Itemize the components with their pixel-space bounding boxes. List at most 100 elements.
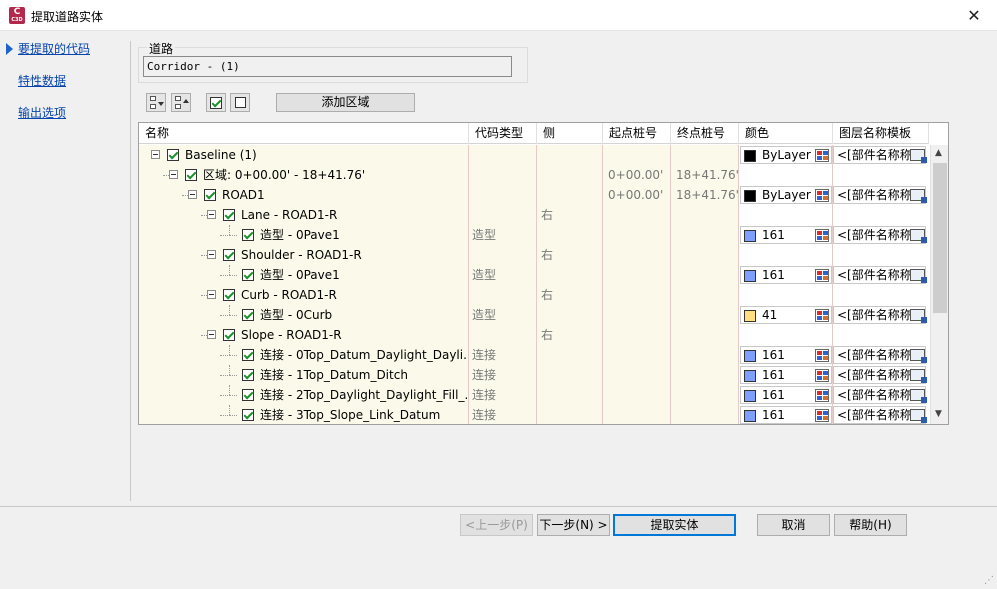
- row-checkbox[interactable]: [223, 289, 235, 301]
- color-palette-icon[interactable]: [815, 269, 829, 282]
- tree-row[interactable]: Curb - ROAD1-R 右: [139, 285, 929, 305]
- nav-item-property-data[interactable]: 特性数据: [18, 72, 66, 89]
- color-palette-icon[interactable]: [815, 189, 829, 202]
- template-editor-icon[interactable]: [910, 349, 927, 363]
- row-checkbox[interactable]: [223, 249, 235, 261]
- color-palette-icon[interactable]: [815, 349, 829, 362]
- row-checkbox[interactable]: [223, 329, 235, 341]
- row-side: [541, 145, 601, 165]
- collapse-toggle-icon[interactable]: [207, 210, 216, 219]
- color-palette-icon[interactable]: [815, 409, 829, 422]
- scroll-thumb[interactable]: [933, 163, 947, 313]
- color-palette-icon[interactable]: [815, 149, 829, 162]
- resize-grip-icon[interactable]: ⋰: [984, 575, 994, 586]
- row-code-type: [472, 165, 534, 185]
- cancel-button[interactable]: 取消: [757, 514, 830, 536]
- row-checkbox[interactable]: [223, 209, 235, 221]
- row-end-station: [676, 365, 738, 385]
- collapse-toggle-icon[interactable]: [207, 330, 216, 339]
- header-end-station[interactable]: 终点桩号: [671, 123, 739, 144]
- tree-row[interactable]: ROAD1 0+00.00' 18+41.76' ByLayer <[部件名称称...: [139, 185, 929, 205]
- row-checkbox[interactable]: [242, 309, 254, 321]
- row-name: ROAD1: [222, 188, 265, 202]
- collapse-toggle-icon[interactable]: [151, 150, 160, 159]
- nav-item-output-options[interactable]: 输出选项: [18, 104, 66, 121]
- template-editor-icon[interactable]: [910, 309, 927, 323]
- tree-row[interactable]: 连接 - 1Top_Datum_Ditch 连接 161 <[部件名称称...: [139, 365, 929, 385]
- header-name[interactable]: 名称: [139, 123, 469, 144]
- row-name: 连接 - 2Top_Daylight_Daylight_Fill_...: [260, 388, 467, 402]
- row-name: 连接 - 3Top_Slope_Link_Datum: [260, 408, 441, 422]
- tree-row[interactable]: 造型 - 0Pave1 造型 161 <[部件名称称...: [139, 265, 929, 285]
- tree-row[interactable]: 造型 - 0Curb 造型 41 <[部件名称称...: [139, 305, 929, 325]
- tree-row[interactable]: 连接 - 3Top_Slope_Link_Datum 连接 161 <[部件名称称..…: [139, 405, 929, 424]
- collapse-toggle-icon[interactable]: [207, 290, 216, 299]
- row-end-station: [676, 265, 738, 285]
- row-checkbox[interactable]: [204, 189, 216, 201]
- color-swatch: [744, 150, 756, 162]
- collapse-toggle-icon[interactable]: [188, 190, 197, 199]
- collapse-toggle-icon[interactable]: [169, 170, 178, 179]
- color-palette-icon[interactable]: [815, 229, 829, 242]
- tree-row[interactable]: Baseline (1) ByLayer <[部件名称称...: [139, 145, 929, 165]
- row-checkbox[interactable]: [185, 169, 197, 181]
- row-start-station: 0+00.00': [608, 188, 664, 202]
- scroll-down-icon[interactable]: ▼: [935, 409, 942, 419]
- collapse-all-button[interactable]: [171, 93, 191, 112]
- template-editor-icon[interactable]: [910, 149, 927, 163]
- row-side: [541, 385, 601, 405]
- tree-row[interactable]: Shoulder - ROAD1-R 右: [139, 245, 929, 265]
- template-editor-icon[interactable]: [910, 269, 927, 283]
- left-nav: 要提取的代码 特性数据 输出选项: [0, 31, 130, 501]
- add-region-button[interactable]: 添加区域: [276, 93, 415, 112]
- extract-button[interactable]: 提取实体: [613, 514, 736, 536]
- color-palette-icon[interactable]: [815, 309, 829, 322]
- row-side: [541, 345, 601, 365]
- template-editor-icon[interactable]: [910, 389, 927, 403]
- row-code-type: [472, 145, 534, 165]
- tree-row[interactable]: 造型 - 0Pave1 造型 161 <[部件名称称...: [139, 225, 929, 245]
- row-checkbox[interactable]: [167, 149, 179, 161]
- template-editor-icon[interactable]: [910, 369, 927, 383]
- header-layer-template[interactable]: 图层名称模板: [833, 123, 929, 144]
- tree-row[interactable]: Lane - ROAD1-R 右: [139, 205, 929, 225]
- row-code-type: 造型: [472, 308, 497, 322]
- row-end-station: [676, 225, 738, 245]
- row-side: [541, 365, 601, 385]
- template-editor-icon[interactable]: [910, 229, 927, 243]
- row-checkbox[interactable]: [242, 389, 254, 401]
- close-button[interactable]: ✕: [951, 0, 997, 31]
- header-code-type[interactable]: 代码类型: [469, 123, 537, 144]
- expand-all-button[interactable]: [146, 93, 166, 112]
- grid-vertical-scrollbar[interactable]: ▲ ▼: [930, 145, 948, 424]
- color-palette-icon[interactable]: [815, 389, 829, 402]
- row-code-type: 连接: [472, 388, 497, 402]
- row-end-station: 18+41.76': [676, 168, 738, 182]
- header-start-station[interactable]: 起点桩号: [603, 123, 671, 144]
- color-swatch: [744, 350, 756, 362]
- color-palette-icon[interactable]: [815, 369, 829, 382]
- clear-all-button[interactable]: [230, 93, 250, 112]
- header-color[interactable]: 颜色: [739, 123, 833, 144]
- row-checkbox[interactable]: [242, 229, 254, 241]
- tree-row[interactable]: 连接 - 0Top_Datum_Daylight_Dayli... 连接 161 <[…: [139, 345, 929, 365]
- prev-button[interactable]: <上一步(P): [460, 514, 533, 536]
- tree-row[interactable]: 区域: 0+00.00' - 18+41.76' 0+00.00' 18+41.76…: [139, 165, 929, 185]
- template-editor-icon[interactable]: [910, 409, 927, 423]
- nav-item-codes-to-extract[interactable]: 要提取的代码: [18, 40, 90, 57]
- row-code-type: [472, 185, 534, 205]
- help-button[interactable]: 帮助(H): [834, 514, 907, 536]
- next-button[interactable]: 下一步(N) >: [537, 514, 610, 536]
- select-all-button[interactable]: [206, 93, 226, 112]
- scroll-up-icon[interactable]: ▲: [935, 148, 942, 158]
- row-checkbox[interactable]: [242, 409, 254, 421]
- header-side[interactable]: 侧: [537, 123, 603, 144]
- row-checkbox[interactable]: [242, 349, 254, 361]
- row-checkbox[interactable]: [242, 369, 254, 381]
- collapse-toggle-icon[interactable]: [207, 250, 216, 259]
- row-checkbox[interactable]: [242, 269, 254, 281]
- tree-row[interactable]: Slope - ROAD1-R 右: [139, 325, 929, 345]
- template-editor-icon[interactable]: [910, 189, 927, 203]
- row-end-station: [676, 345, 738, 365]
- tree-row[interactable]: 连接 - 2Top_Daylight_Daylight_Fill_... 连接 16…: [139, 385, 929, 405]
